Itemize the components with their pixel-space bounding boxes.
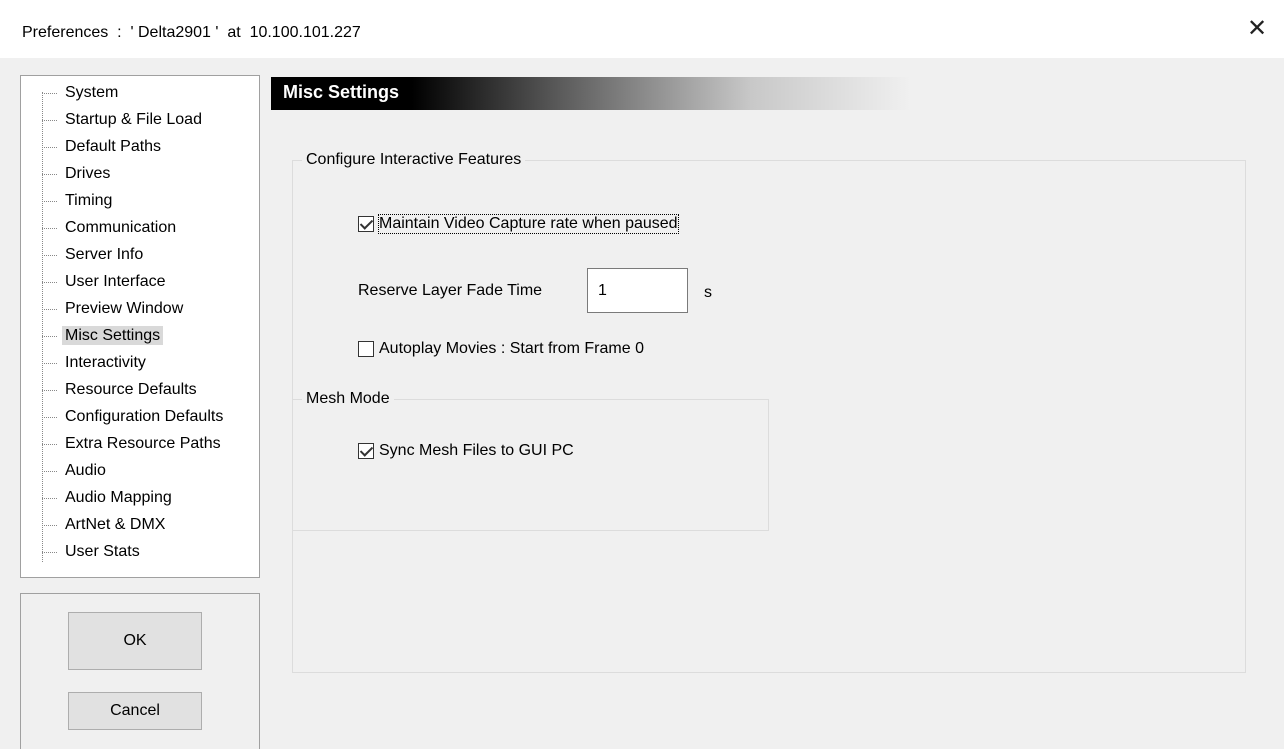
autoplay-checkbox[interactable] [358, 341, 374, 357]
tree-item-user-stats[interactable]: User Stats [42, 539, 143, 565]
autoplay-checkbox-row[interactable]: Autoplay Movies : Start from Frame 0 [358, 340, 644, 358]
sync-mesh-label[interactable]: Sync Mesh Files to GUI PC [379, 442, 574, 460]
section-banner: Misc Settings [271, 77, 911, 110]
tree-item-misc-settings[interactable]: Misc Settings [42, 323, 164, 349]
maintain-capture-label[interactable]: Maintain Video Capture rate when paused [378, 214, 679, 234]
section-title: Misc Settings [283, 82, 400, 102]
tree-item-startup-file-load[interactable]: Startup & File Load [42, 107, 205, 133]
fade-time-unit: s [704, 284, 712, 301]
tree-item-resource-defaults[interactable]: Resource Defaults [42, 377, 200, 403]
button-panel: OK Cancel [20, 593, 260, 749]
tree-item-preview-window[interactable]: Preview Window [42, 296, 186, 322]
tree-item-artnet-dmx[interactable]: ArtNet & DMX [42, 512, 168, 538]
tree-item-interactivity[interactable]: Interactivity [42, 350, 149, 376]
sync-mesh-checkbox[interactable] [358, 443, 374, 459]
autoplay-label[interactable]: Autoplay Movies : Start from Frame 0 [379, 340, 644, 358]
title-bar: Preferences : ' Delta2901 ' at 10.100.10… [0, 0, 1284, 58]
tree-item-configuration-defaults[interactable]: Configuration Defaults [42, 404, 226, 430]
sync-mesh-checkbox-row[interactable]: Sync Mesh Files to GUI PC [358, 442, 574, 460]
mesh-mode-group [292, 399, 769, 531]
window-title: Preferences : ' Delta2901 ' at 10.100.10… [22, 24, 361, 41]
mesh-mode-legend: Mesh Mode [302, 390, 394, 408]
tree-item-timing[interactable]: Timing [42, 188, 115, 214]
fade-time-input[interactable] [587, 268, 688, 313]
tree-item-user-interface[interactable]: User Interface [42, 269, 168, 295]
tree-item-server-info[interactable]: Server Info [42, 242, 146, 268]
tree-item-audio[interactable]: Audio [42, 458, 109, 484]
close-icon[interactable]: ✕ [1242, 14, 1272, 44]
ok-button[interactable]: OK [68, 612, 202, 670]
interactive-features-legend: Configure Interactive Features [302, 151, 526, 169]
tree-item-audio-mapping[interactable]: Audio Mapping [42, 485, 175, 511]
tree-item-drives[interactable]: Drives [42, 161, 113, 187]
tree-item-system[interactable]: System [42, 80, 121, 106]
category-tree[interactable]: System Startup & File Load Default Paths… [20, 75, 260, 578]
maintain-capture-checkbox[interactable] [358, 216, 374, 232]
fade-time-label: Reserve Layer Fade Time [358, 282, 543, 299]
tree-item-communication[interactable]: Communication [42, 215, 179, 241]
maintain-capture-checkbox-row[interactable]: Maintain Video Capture rate when paused [358, 214, 679, 234]
tree-item-extra-resource-paths[interactable]: Extra Resource Paths [42, 431, 224, 457]
cancel-button[interactable]: Cancel [68, 692, 202, 730]
tree-item-default-paths[interactable]: Default Paths [42, 134, 164, 160]
